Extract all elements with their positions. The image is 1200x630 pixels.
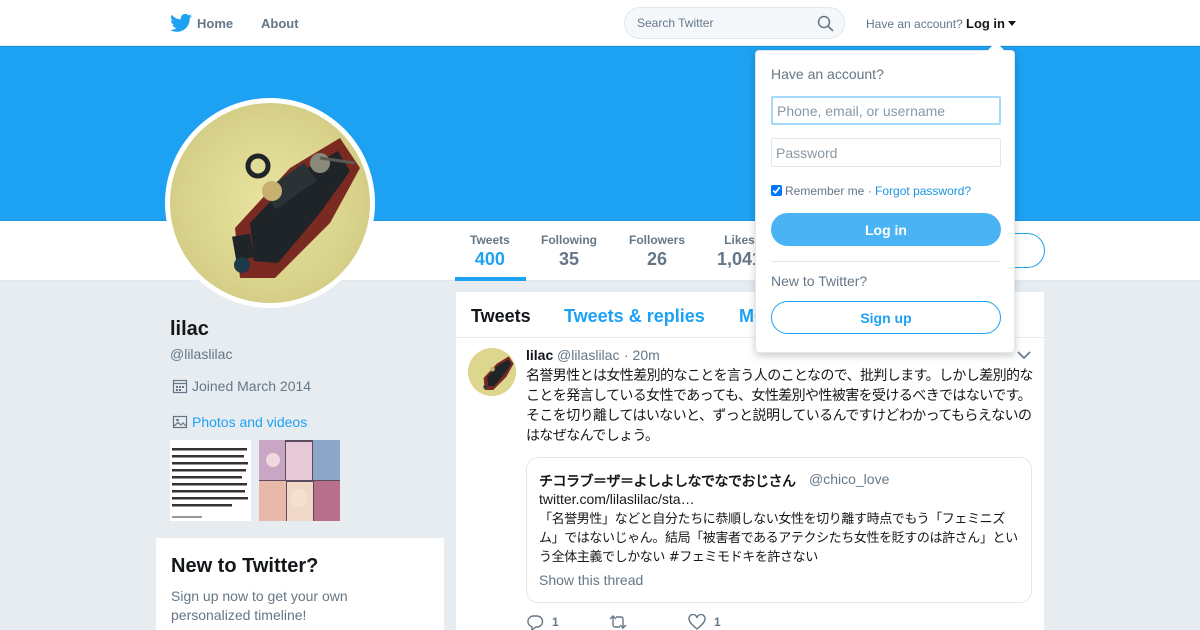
stat-label: Tweets (470, 233, 510, 247)
separator-dot: · (867, 184, 872, 198)
toy-train-image (468, 348, 516, 396)
stat-value: 400 (474, 249, 505, 269)
login-toggle-label: Log in (966, 16, 1005, 31)
forgot-password-link[interactable]: Forgot password? (875, 184, 971, 198)
new-to-twitter-text: New to Twitter? (771, 273, 868, 289)
photo-thumbnail[interactable] (170, 440, 251, 521)
quote-link[interactable]: twitter.com/lilaslilac/sta… (539, 491, 695, 507)
retweet-button[interactable] (608, 614, 636, 630)
joined-text: Joined March 2014 (192, 378, 312, 394)
active-stat-underline (455, 277, 526, 281)
new-to-twitter-card: New to Twitter? Sign up now to get your … (156, 538, 444, 630)
image-icon (172, 415, 188, 429)
stat-label: Followers (629, 233, 686, 247)
remember-me-checkbox[interactable] (771, 185, 782, 196)
username-field[interactable] (771, 96, 1001, 125)
signup-button[interactable]: Sign up (771, 301, 1001, 334)
search-icon[interactable] (817, 15, 834, 32)
tweet-author-name[interactable]: lilac (526, 347, 553, 363)
text-screenshot-image (170, 440, 251, 521)
stat-following[interactable]: Following 35 (541, 233, 597, 270)
dropdown-divider (771, 261, 1001, 262)
quote-author-name: チコラブ＝ザ＝よしよしなでなでおじさん (539, 474, 796, 490)
nav-home-link[interactable]: Home (197, 16, 233, 31)
tweet-timestamp[interactable]: · 20m (624, 347, 660, 363)
stat-value: 35 (558, 249, 580, 269)
manga-shelf-image (259, 440, 340, 521)
tab-tweets[interactable]: Tweets (471, 306, 531, 327)
dropdown-title: Have an account? (771, 66, 884, 82)
nav-about-link[interactable]: About (261, 16, 299, 31)
photos-videos-label: Photos and videos (192, 414, 308, 430)
profile-avatar[interactable] (165, 98, 375, 308)
top-navbar: Home About Have an account? Log in (0, 0, 1200, 46)
remember-row: Remember me · Forgot password? (771, 184, 971, 198)
have-account-text: Have an account? (866, 17, 963, 31)
profile-handle: @lilaslilac (170, 346, 233, 362)
new-card-title: New to Twitter? (171, 555, 319, 577)
stat-tweets[interactable]: Tweets 400 (470, 233, 510, 270)
photos-videos-link[interactable]: Photos and videos (172, 414, 307, 430)
tweet-avatar[interactable] (468, 348, 516, 396)
login-dropdown: Have an account? Remember me · Forgot pa… (755, 42, 1015, 353)
like-count: 1 (714, 615, 721, 629)
reply-button[interactable]: 1 (526, 614, 559, 630)
like-button[interactable]: 1 (688, 613, 721, 630)
calendar-icon (172, 379, 188, 394)
quoted-tweet[interactable]: チコラブ＝ザ＝よしよしなでなでおじさん @chico_love twitter.… (526, 457, 1032, 603)
search-input[interactable] (637, 16, 807, 30)
profile-name: lilac (170, 318, 209, 340)
login-button[interactable]: Log in (771, 213, 1001, 246)
chevron-down-icon[interactable] (1017, 350, 1031, 360)
password-field[interactable] (771, 138, 1001, 167)
caret-down-icon (1008, 21, 1016, 26)
tweet-text: 名誉男性とは女性差別的なことを言う人のことなので、批判します。しかし差別的なこと… (526, 368, 1033, 444)
stat-label: Following (541, 233, 597, 247)
retweet-icon (609, 615, 627, 629)
twitter-bird-icon[interactable] (170, 13, 192, 33)
login-dropdown-toggle[interactable]: Log in (966, 16, 1016, 31)
quote-author-handle: @chico_love (809, 471, 890, 487)
avatar-image (170, 103, 370, 303)
stat-followers[interactable]: Followers 26 (629, 233, 685, 270)
reply-icon (527, 615, 544, 630)
stat-value: 26 (646, 249, 668, 269)
remember-me-label[interactable]: Remember me (785, 184, 864, 198)
tweet-actions: 1 1 (526, 613, 826, 630)
tweet-author-handle[interactable]: @lilaslilac (557, 347, 619, 363)
search-box (624, 7, 845, 39)
quote-text: 「名誉男性」などと自分たちに恭順しない女性を切り離す時点でもう「フェミニズム」で… (539, 512, 1018, 565)
toy-train-image (232, 138, 360, 278)
heart-icon (688, 613, 706, 630)
new-card-text: Sign up now to get your own personalized… (171, 588, 348, 623)
show-thread-link[interactable]: Show this thread (539, 572, 643, 588)
tab-tweets-replies[interactable]: Tweets & replies (564, 306, 705, 327)
photo-thumbnail[interactable] (259, 440, 340, 521)
dropdown-caret (987, 42, 1005, 51)
joined-date: Joined March 2014 (172, 378, 311, 394)
reply-count: 1 (552, 615, 559, 629)
